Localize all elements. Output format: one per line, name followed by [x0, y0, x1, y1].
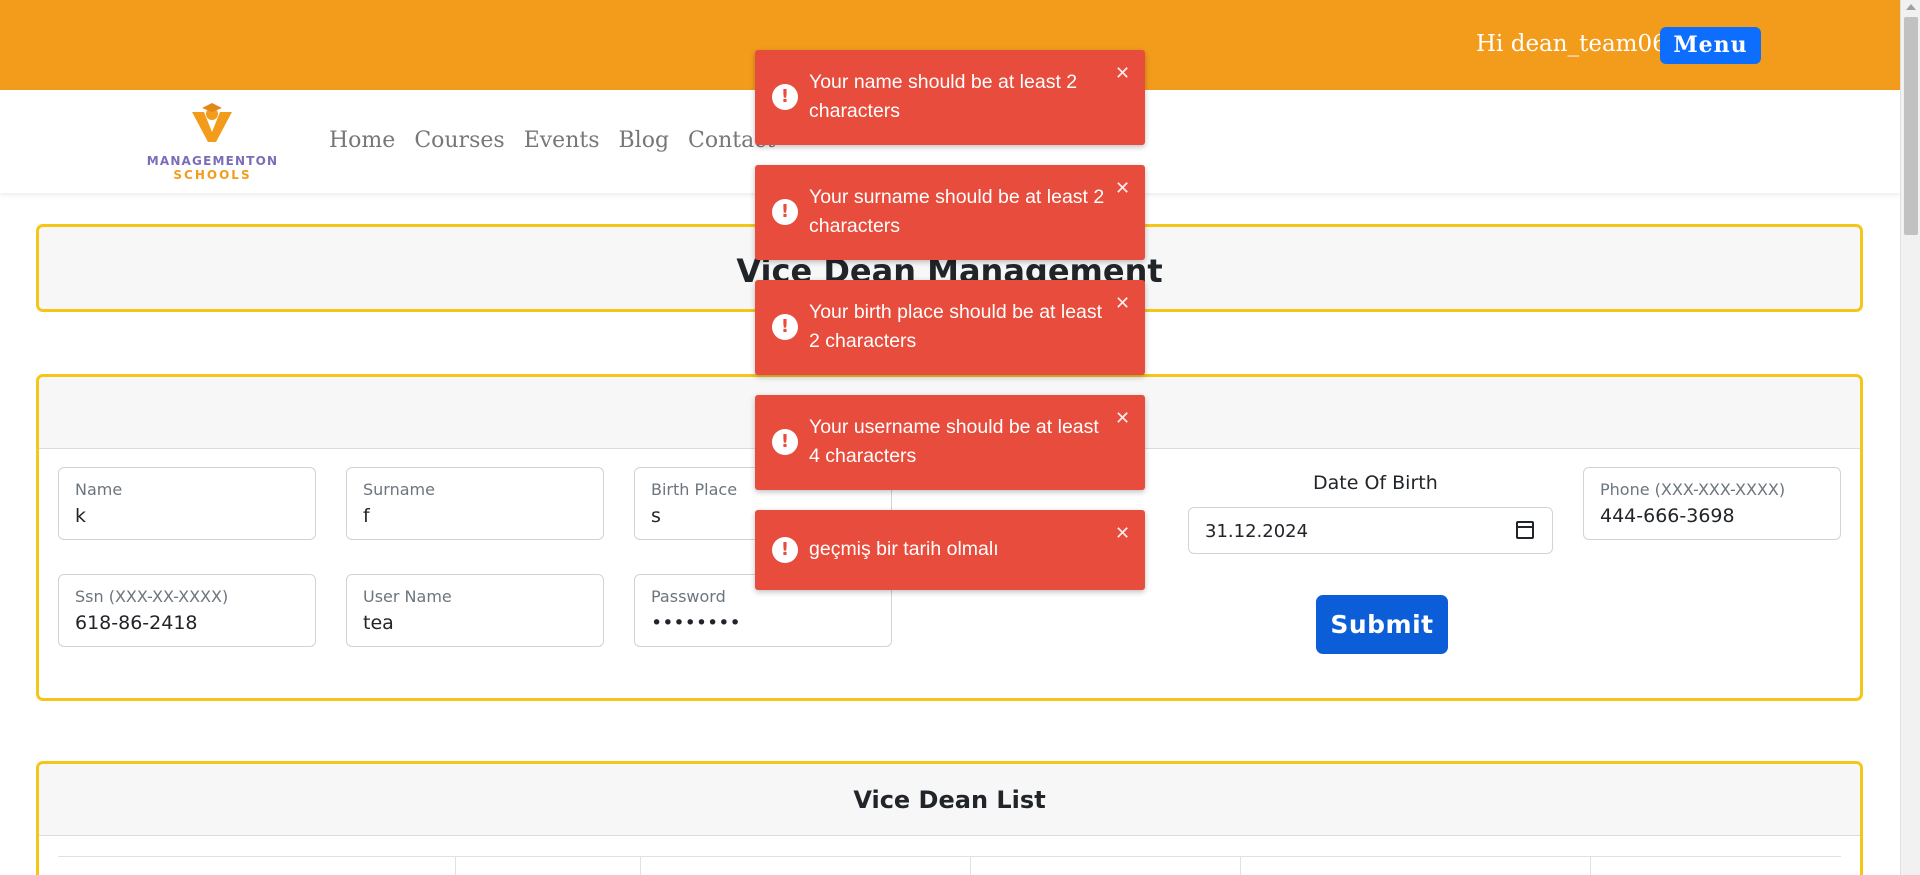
surname-label: Surname	[363, 480, 435, 499]
nav-link-blog[interactable]: Blog	[619, 128, 670, 153]
nav-link-courses[interactable]: Courses	[414, 128, 504, 153]
username-value: tea	[363, 612, 394, 634]
toast-name-error: ! Your name should be at least 2 charact…	[755, 50, 1145, 145]
ssn-label: Ssn (XXX-XX-XXXX)	[75, 587, 229, 606]
logo-text-line1: MANAGEMENTON	[146, 154, 279, 168]
scroll-up-icon[interactable]	[1906, 4, 1916, 10]
logo-text-line2: SCHOOLS	[173, 168, 252, 182]
list-panel-header: Vice Dean List	[39, 764, 1860, 836]
phone-value: 444-666-3698	[1600, 505, 1735, 527]
scrollbar-thumb[interactable]	[1904, 17, 1918, 235]
username-field[interactable]: User Name tea	[346, 574, 604, 647]
nav-link-events[interactable]: Events	[524, 128, 600, 153]
close-icon[interactable]: ✕	[1115, 523, 1130, 544]
toast-username-error: ! Your username should be at least 4 cha…	[755, 395, 1145, 490]
menu-button[interactable]: Menu	[1660, 27, 1761, 64]
toast-message: Your name should be at least 2 character…	[809, 71, 1078, 122]
surname-field[interactable]: Surname f	[346, 467, 604, 540]
birth-place-label: Birth Place	[651, 480, 738, 499]
ssn-value: 618-86-2418	[75, 612, 198, 634]
nav-link-home[interactable]: Home	[329, 128, 395, 153]
surname-value: f	[363, 505, 370, 527]
close-icon[interactable]: ✕	[1115, 63, 1130, 84]
birth-place-value: s	[651, 505, 661, 527]
close-icon[interactable]: ✕	[1115, 293, 1130, 314]
toast-surname-error: ! Your surname should be at least 2 char…	[755, 165, 1145, 260]
toast-birth-place-error: ! Your birth place should be at least 2 …	[755, 280, 1145, 375]
table-header-line	[58, 856, 1841, 857]
phone-field[interactable]: Phone (XXX-XXX-XXXX) 444-666-3698	[1583, 467, 1841, 540]
dob-value: 31.12.2024	[1205, 521, 1309, 542]
ssn-field[interactable]: Ssn (XXX-XX-XXXX) 618-86-2418	[58, 574, 316, 647]
list-title: Vice Dean List	[853, 786, 1046, 814]
error-icon: !	[772, 199, 798, 225]
error-icon: !	[772, 429, 798, 455]
nav-links: Home Courses Events Blog Contact	[329, 128, 775, 153]
scrollbar[interactable]	[1900, 0, 1920, 875]
dob-input[interactable]: 31.12.2024	[1188, 507, 1553, 554]
toast-message: Your username should be at least 4 chara…	[809, 416, 1099, 467]
close-icon[interactable]: ✕	[1115, 178, 1130, 199]
error-icon: !	[772, 314, 798, 340]
name-label: Name	[75, 480, 123, 499]
calendar-icon[interactable]	[1516, 521, 1534, 539]
greeting-text: Hi dean_team06	[1476, 31, 1667, 57]
toast-date-error: ! geçmiş bir tarih olmalı ✕	[755, 510, 1145, 590]
name-field[interactable]: Name k	[58, 467, 316, 540]
table-column-divider	[640, 856, 641, 875]
name-value: k	[75, 505, 87, 527]
table-column-divider	[1590, 856, 1591, 875]
phone-label: Phone (XXX-XXX-XXXX)	[1600, 480, 1786, 499]
toast-message: Your surname should be at least 2 charac…	[809, 186, 1105, 237]
table-column-divider	[455, 856, 456, 875]
table-column-divider	[1240, 856, 1241, 875]
table-column-divider	[970, 856, 971, 875]
logo-mark-icon	[192, 103, 232, 142]
error-icon: !	[772, 537, 798, 563]
close-icon[interactable]: ✕	[1115, 408, 1130, 429]
password-value: ••••••••	[651, 612, 741, 634]
dob-label: Date Of Birth	[1313, 472, 1438, 494]
password-label: Password	[651, 587, 726, 606]
error-icon: !	[772, 84, 798, 110]
submit-button[interactable]: Submit	[1316, 595, 1448, 654]
toast-message: geçmiş bir tarih olmalı	[809, 538, 999, 560]
toast-message: Your birth place should be at least 2 ch…	[809, 301, 1103, 352]
username-label: User Name	[363, 587, 452, 606]
logo[interactable]: MANAGEMENTON SCHOOLS	[145, 102, 280, 182]
list-panel: Vice Dean List	[36, 761, 1863, 875]
